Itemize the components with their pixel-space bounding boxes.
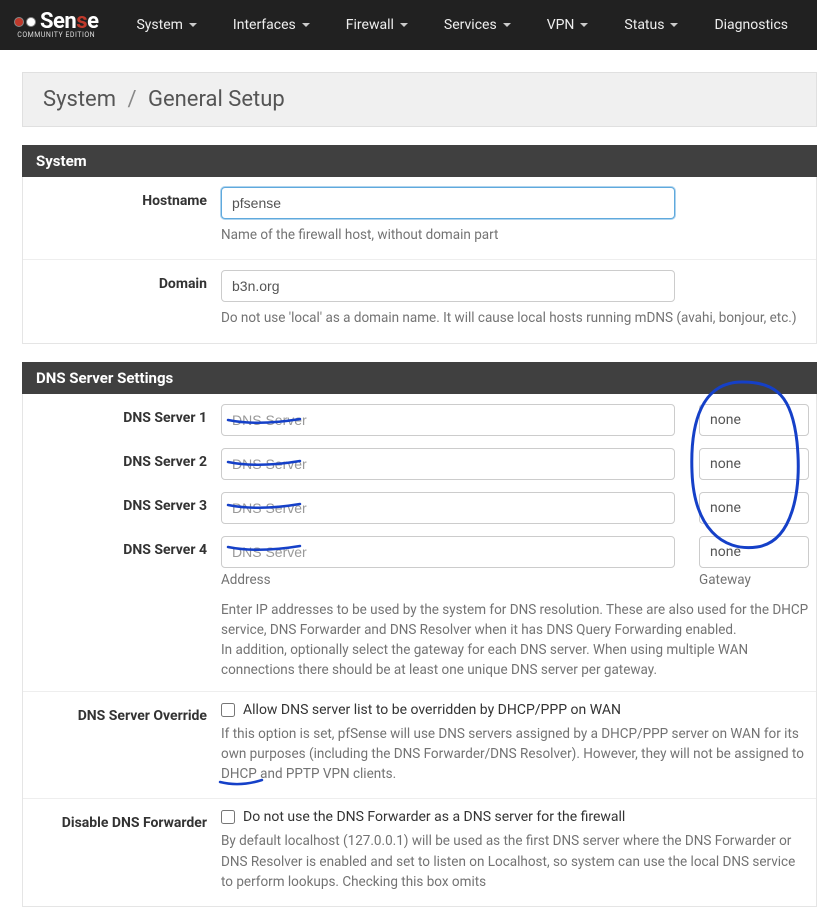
nav-item-firewall[interactable]: Firewall xyxy=(328,3,426,47)
panel-header-system: System xyxy=(22,145,817,177)
nav-item-services[interactable]: Services xyxy=(426,3,529,47)
top-navbar: Sense COMMUNITY EDITION System Interface… xyxy=(0,0,817,50)
nav-label: Status xyxy=(624,17,664,33)
label-dns-4: DNS Server 4 xyxy=(23,536,221,681)
caret-down-icon xyxy=(302,23,310,27)
nav-label: System xyxy=(136,17,182,33)
breadcrumb-sep: / xyxy=(127,87,136,112)
nav-label: Diagnostics xyxy=(714,17,788,33)
label-dns-2: DNS Server 2 xyxy=(23,448,221,480)
help-dns-override: If this option is set, pfSense will use … xyxy=(221,724,806,785)
caret-down-icon xyxy=(670,23,678,27)
label-disable-forwarder: Disable DNS Forwarder xyxy=(23,809,221,892)
row-disable-forwarder: Disable DNS Forwarder Do not use the DNS… xyxy=(23,798,816,906)
gateway-value: none xyxy=(710,456,741,472)
nav-item-status[interactable]: Status xyxy=(606,3,696,47)
caret-down-icon xyxy=(503,23,511,27)
dns4-gateway-select[interactable]: none xyxy=(699,536,809,568)
breadcrumb-current: General Setup xyxy=(148,87,285,112)
dns2-address-input[interactable] xyxy=(221,448,675,480)
panel-system: System Hostname Name of the firewall hos… xyxy=(22,145,817,344)
row-dns-2: DNS Server 2 none xyxy=(23,442,816,486)
help-disable-forwarder: By default localhost (127.0.0.1) will be… xyxy=(221,831,806,892)
nav-item-interfaces[interactable]: Interfaces xyxy=(215,3,328,47)
dns-override-checkbox-label: Allow DNS server list to be overridden b… xyxy=(243,702,621,718)
gateway-value: none xyxy=(710,500,741,516)
help-hostname: Name of the firewall host, without domai… xyxy=(221,225,806,245)
dns1-gateway-select[interactable]: none xyxy=(699,404,809,436)
logo-subtitle: COMMUNITY EDITION xyxy=(14,31,98,39)
row-domain: Domain Do not use 'local' as a domain na… xyxy=(23,259,816,342)
row-dns-1: DNS Server 1 none xyxy=(23,394,816,442)
disable-forwarder-checkbox-label: Do not use the DNS Forwarder as a DNS se… xyxy=(243,809,625,825)
dns1-address-input[interactable] xyxy=(221,404,675,436)
dns4-address-input[interactable] xyxy=(221,536,675,568)
help-domain: Do not use 'local' as a domain name. It … xyxy=(221,308,806,328)
nav-label: Firewall xyxy=(346,17,394,33)
nav-item-system[interactable]: System xyxy=(118,3,214,47)
row-hostname: Hostname Name of the firewall host, with… xyxy=(23,177,816,259)
logo[interactable]: Sense COMMUNITY EDITION xyxy=(14,11,98,39)
label-dns-override: DNS Server Override xyxy=(23,702,221,785)
row-dns-override: DNS Server Override Allow DNS server lis… xyxy=(23,691,816,799)
panel-dns: DNS Server Settings DNS Server 1 none DN… xyxy=(22,362,817,907)
label-hostname: Hostname xyxy=(23,187,221,245)
hostname-input[interactable] xyxy=(221,187,675,219)
breadcrumb-root[interactable]: System xyxy=(43,87,116,112)
logo-text: Sense xyxy=(40,11,98,33)
sublabel-gateway: Gateway xyxy=(699,572,751,588)
domain-input[interactable] xyxy=(221,270,675,302)
caret-down-icon xyxy=(580,23,588,27)
panel-header-dns: DNS Server Settings xyxy=(22,362,817,394)
disable-forwarder-checkbox[interactable] xyxy=(221,810,235,824)
caret-down-icon xyxy=(400,23,408,27)
nav-item-diagnostics[interactable]: Diagnostics xyxy=(696,3,806,47)
dns-override-checkbox[interactable] xyxy=(221,703,235,717)
label-dns-3: DNS Server 3 xyxy=(23,492,221,524)
nav-label: Interfaces xyxy=(233,17,296,33)
label-dns-1: DNS Server 1 xyxy=(23,404,221,436)
sublabel-address: Address xyxy=(221,572,675,588)
gateway-value: none xyxy=(710,412,741,428)
label-domain: Domain xyxy=(23,270,221,328)
row-dns-3: DNS Server 3 none xyxy=(23,486,816,530)
nav-label: Services xyxy=(444,17,497,33)
row-dns-4: DNS Server 4 none Address Gateway Enter … xyxy=(23,530,816,691)
nav-label: VPN xyxy=(547,17,575,33)
nav-item-vpn[interactable]: VPN xyxy=(529,3,607,47)
dns3-gateway-select[interactable]: none xyxy=(699,492,809,524)
logo-mark-icon xyxy=(14,17,36,27)
nav-items: System Interfaces Firewall Services VPN … xyxy=(118,3,806,47)
breadcrumb: System / General Setup xyxy=(22,72,817,127)
dns2-gateway-select[interactable]: none xyxy=(699,448,809,480)
help-dns-servers: Enter IP addresses to be used by the sys… xyxy=(221,600,809,681)
caret-down-icon xyxy=(189,23,197,27)
dns3-address-input[interactable] xyxy=(221,492,675,524)
gateway-value: none xyxy=(710,544,741,560)
